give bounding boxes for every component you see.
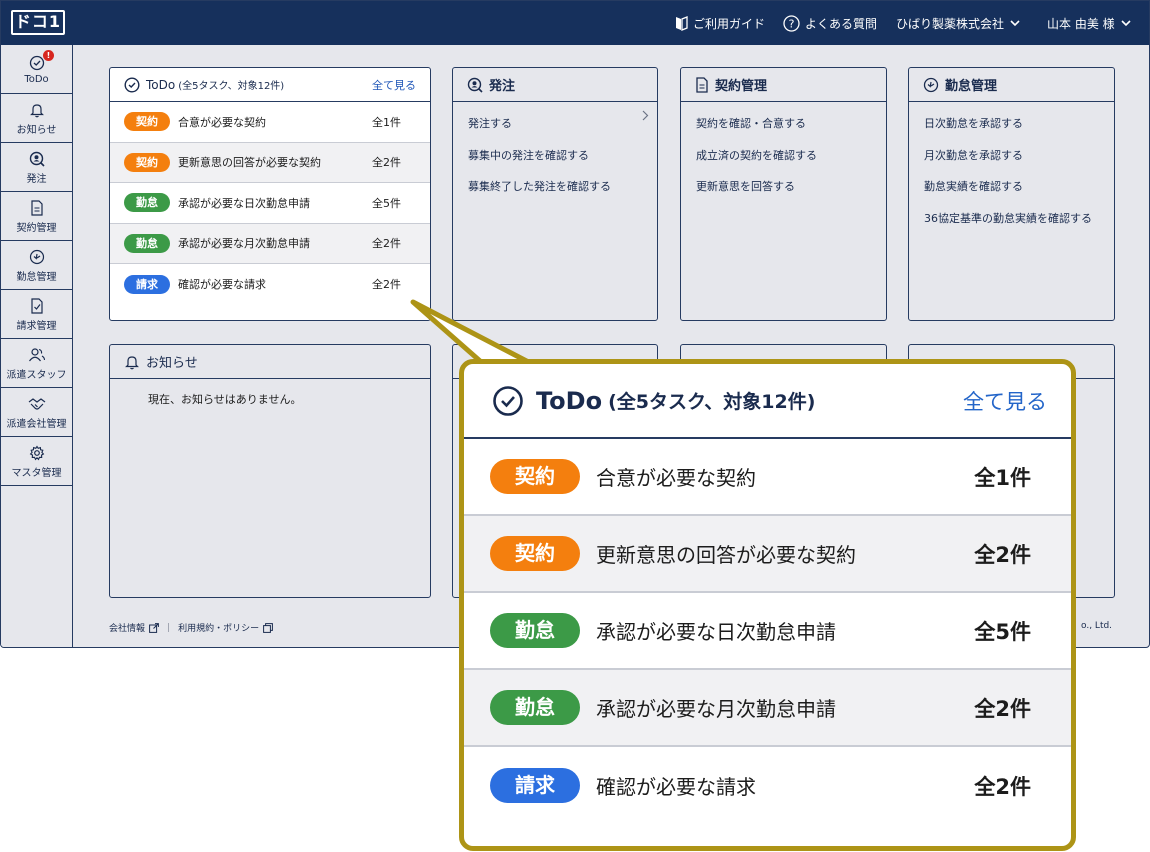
zoom-row-label: 承認が必要な日次勤怠申請: [596, 620, 836, 644]
zoom-todo-summary: (全5タスク、対象12件): [608, 391, 816, 413]
todo-zoom-callout: ToDo (全5タスク、対象12件) 全て見る 契約 合意が必要な契約 全1件 …: [459, 359, 1076, 851]
zoom-row-count: 全2件: [974, 542, 1031, 567]
zoom-todo-row[interactable]: 勤怠 承認が必要な月次勤怠申請 全2件: [464, 670, 1071, 747]
zoom-todo-title: ToDo: [536, 386, 603, 415]
zoom-row-label: 承認が必要な月次勤怠申請: [596, 697, 836, 721]
tag-contract: 契約: [490, 536, 580, 571]
zoom-todo-row[interactable]: 勤怠 承認が必要な日次勤怠申請 全5件: [464, 593, 1071, 670]
zoom-row-label: 確認が必要な請求: [596, 775, 756, 799]
zoom-row-count: 全2件: [974, 696, 1031, 721]
tag-attendance: 勤怠: [490, 690, 580, 725]
check-circle-icon: [492, 385, 524, 417]
zoom-row-count: 全5件: [974, 619, 1031, 644]
zoom-todo-header: ToDo (全5タスク、対象12件) 全て見る: [464, 364, 1071, 439]
zoom-todo-list: 契約 合意が必要な契約 全1件 契約 更新意思の回答が必要な契約 全2件 勤怠 …: [464, 439, 1071, 824]
zoom-view-all-link[interactable]: 全て見る: [963, 386, 1047, 416]
zoom-todo-row[interactable]: 契約 合意が必要な契約 全1件: [464, 439, 1071, 516]
zoom-todo-row[interactable]: 請求 確認が必要な請求 全2件: [464, 747, 1071, 824]
tag-billing: 請求: [490, 768, 580, 803]
zoom-row-label: 合意が必要な契約: [596, 466, 756, 490]
zoom-row-count: 全1件: [974, 465, 1031, 490]
tag-attendance: 勤怠: [490, 613, 580, 648]
zoom-todo-row[interactable]: 契約 更新意思の回答が必要な契約 全2件: [464, 516, 1071, 593]
zoom-row-label: 更新意思の回答が必要な契約: [596, 543, 856, 567]
zoom-row-count: 全2件: [974, 774, 1031, 799]
tag-contract: 契約: [490, 459, 580, 494]
